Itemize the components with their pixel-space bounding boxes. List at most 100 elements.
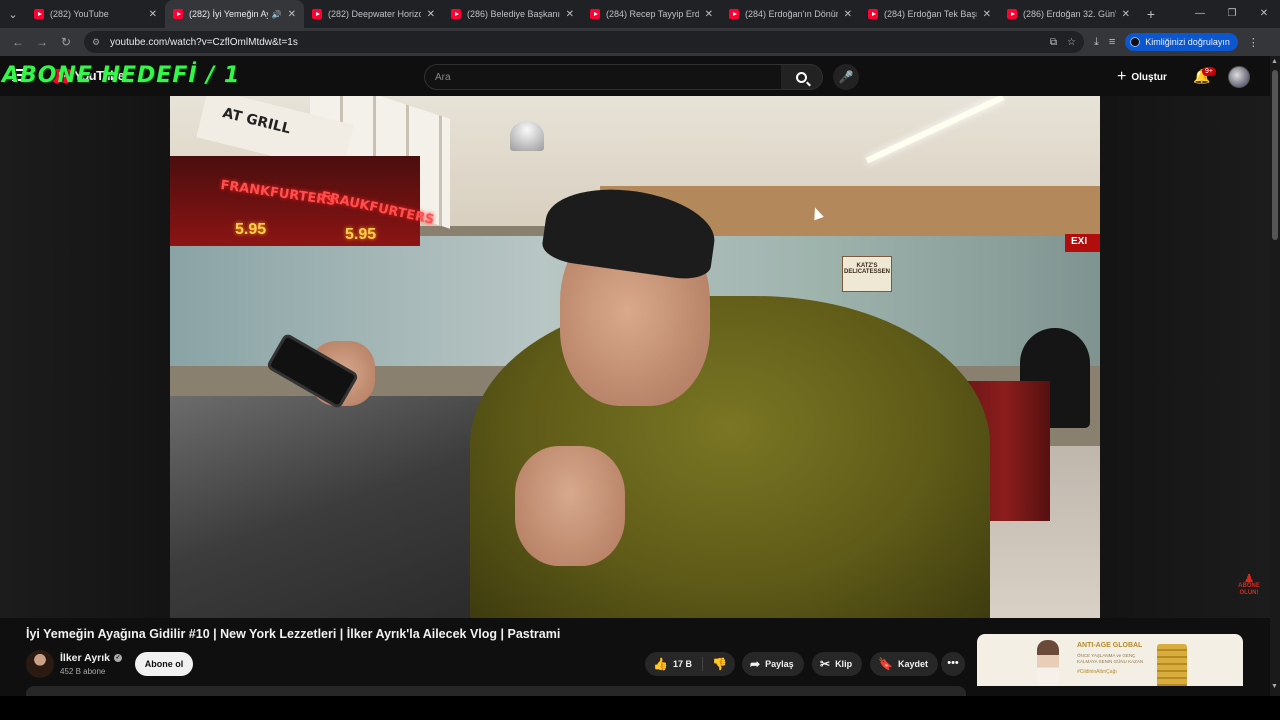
url-field[interactable]: ⚙ youtube.com/watch?v=CzflOmlMtdw&t=1s ⧉… — [84, 31, 1084, 53]
scroll-up-arrow-icon[interactable]: ▲ — [1271, 58, 1278, 65]
tab-title: (282) Deepwater Horizon — [328, 9, 421, 19]
browser-tab-bar: ⌄ (282) YouTube ✕ (282) İyi Yemeğin Ay..… — [0, 0, 1280, 28]
tab-close-icon[interactable]: ✕ — [566, 9, 574, 20]
reload-icon[interactable]: ↻ — [54, 35, 78, 49]
bottom-bar — [0, 696, 1280, 720]
ad-gold-coins-image — [1157, 644, 1187, 688]
youtube-favicon-icon — [590, 9, 600, 19]
tab-close-icon[interactable]: ✕ — [1122, 9, 1130, 20]
tab-close-icon[interactable]: ✕ — [844, 9, 852, 20]
search-button[interactable] — [781, 64, 823, 90]
browser-tab[interactable]: (282) YouTube ✕ — [26, 0, 165, 28]
search-icon — [796, 71, 807, 83]
thumbs-up-icon: 👍 — [653, 657, 668, 671]
subscriber-goal-overlay: ABONE HEDEFİ / 1 — [2, 63, 241, 88]
reading-list-icon[interactable]: ≡ — [1109, 36, 1115, 48]
bell-watermark-icon: ♟ — [1244, 573, 1254, 585]
subscriber-count: 452 B abone — [60, 667, 106, 676]
browser-tab[interactable]: (282) Deepwater Horizon ✕ — [304, 0, 443, 28]
youtube-favicon-icon — [868, 9, 878, 19]
notification-badge: 9+ — [1202, 67, 1216, 76]
ad-footer — [977, 686, 1243, 696]
back-arrow-icon[interactable]: ← — [6, 35, 30, 49]
browser-tab-active[interactable]: (282) İyi Yemeğin Ay... 🔊 ✕ — [165, 0, 304, 28]
save-label: Kaydet — [897, 659, 928, 669]
ad-subtitle: ÖNCE YAŞLANMA ve GENÇ KALMAYA SENIN GÜNU… — [1077, 653, 1144, 664]
video-player[interactable]: AT GRILL FRANKFURTERS FRAUKFURTERS 5.95 … — [170, 96, 1100, 618]
subscribe-button[interactable]: Abone ol — [135, 652, 193, 676]
more-actions-button[interactable]: ••• — [941, 652, 965, 676]
scrollbar-thumb[interactable] — [1272, 70, 1278, 240]
thumbs-down-icon: 👎 — [711, 657, 727, 671]
channel-avatar[interactable] — [26, 650, 54, 678]
dislike-button[interactable]: 👎 — [703, 657, 727, 671]
subscribe-watermark[interactable]: ♟ ABONE OLUN! — [1232, 573, 1266, 597]
clip-label: Klip — [835, 659, 853, 669]
close-window-icon[interactable]: ✕ — [1248, 0, 1280, 28]
youtube-favicon-icon — [34, 9, 44, 19]
scissors-icon: ✂ — [820, 657, 831, 671]
tab-search-button[interactable]: ⌄ — [0, 0, 26, 28]
voice-search-button[interactable]: 🎤 — [833, 64, 859, 90]
video-scene-shop-sign: KATZ'S DELICATESSEN — [842, 256, 892, 292]
create-label: Oluştur — [1131, 71, 1167, 83]
tab-close-icon[interactable]: ✕ — [705, 9, 713, 20]
browser-tab[interactable]: (284) Erdoğan Tek Başına... ✕ — [860, 0, 999, 28]
ad-brand: ANTI-AGE GLOBAL — [1077, 642, 1143, 649]
video-title: İyi Yemeğin Ayağına Gidilir #10 | New Yo… — [26, 627, 561, 641]
channel-name-text: İlker Ayrık — [60, 652, 111, 664]
browser-tab[interactable]: (286) Belediye Başkanı Er... ✕ — [443, 0, 582, 28]
share-button[interactable]: ➦ Paylaş — [742, 652, 804, 676]
video-scene-price: 5.95 — [235, 221, 267, 238]
new-tab-button[interactable]: + — [1138, 6, 1164, 22]
browser-menu-icon[interactable]: ⋮ — [1248, 36, 1259, 49]
profile-icon — [1130, 37, 1141, 47]
install-app-icon[interactable]: ⧉ — [1050, 37, 1057, 48]
more-dots-icon: ••• — [947, 657, 959, 669]
ad-hashtag: #CildininAltınÇağı — [1077, 669, 1117, 675]
bookmark-star-icon[interactable]: ☆ — [1067, 37, 1076, 48]
tab-title: (284) Erdoğan'ın Dönüm... — [745, 9, 838, 19]
restore-icon[interactable]: ❐ — [1216, 0, 1248, 28]
page-scrollbar[interactable] — [1270, 56, 1280, 696]
like-button[interactable]: 👍 17 B — [645, 657, 703, 671]
search-input[interactable]: Ara — [424, 64, 782, 90]
browser-tab[interactable]: (284) Erdoğan'ın Dönüm... ✕ — [721, 0, 860, 28]
browser-tab[interactable]: (286) Erdoğan 32. Gün'de... ✕ — [999, 0, 1138, 28]
bookmark-icon: 🔖 — [878, 657, 893, 671]
tab-title: (286) Erdoğan 32. Gün'de... — [1023, 9, 1116, 19]
clip-button[interactable]: ✂ Klip — [812, 652, 863, 676]
scroll-down-arrow-icon[interactable]: ▼ — [1271, 683, 1278, 690]
account-avatar[interactable] — [1228, 66, 1250, 88]
youtube-favicon-icon — [729, 9, 739, 19]
tab-title: (286) Belediye Başkanı Er... — [467, 9, 560, 19]
video-scene-exit-sign: EXI — [1065, 234, 1100, 252]
verify-identity-button[interactable]: Kimliğinizi doğrulayın — [1125, 33, 1238, 51]
channel-name[interactable]: İlker Ayrık ✓ — [60, 652, 123, 664]
tab-close-icon[interactable]: ✕ — [983, 9, 991, 20]
like-dislike-group: 👍 17 B 👎 — [645, 652, 735, 676]
speaker-icon[interactable]: 🔊 — [272, 10, 282, 19]
minimize-icon[interactable]: — — [1184, 0, 1216, 28]
tab-close-icon[interactable]: ✕ — [149, 9, 157, 20]
youtube-favicon-icon — [1007, 9, 1017, 19]
tab-close-icon[interactable]: ✕ — [427, 9, 435, 20]
watermark-text: ABONE OLUN! — [1238, 583, 1260, 596]
browser-tab[interactable]: (284) Recep Tayyip Erdoğ... ✕ — [582, 0, 721, 28]
create-button[interactable]: + Oluştur — [1117, 66, 1167, 88]
download-icon[interactable]: ⤓ — [1094, 36, 1099, 49]
tab-title: (284) Recep Tayyip Erdoğ... — [606, 9, 699, 19]
video-scene-price: 5.95 — [345, 226, 377, 243]
description-box[interactable] — [26, 686, 966, 696]
share-label: Paylaş — [765, 659, 794, 669]
microphone-icon: 🎤 — [838, 70, 854, 84]
search-placeholder: Ara — [435, 71, 451, 83]
site-info-icon[interactable]: ⚙ — [92, 37, 104, 48]
tab-close-icon[interactable]: ✕ — [288, 9, 296, 20]
verify-label: Kimliğinizi doğrulayın — [1145, 37, 1230, 47]
browser-address-bar: ← → ↻ ⚙ youtube.com/watch?v=CzflOmlMtdw&… — [0, 28, 1280, 56]
toolbar-right: ⤓ ≡ Kimliğinizi doğrulayın ⋮ — [1094, 33, 1259, 51]
forward-arrow-icon[interactable]: → — [30, 35, 54, 49]
save-button[interactable]: 🔖 Kaydet — [870, 652, 938, 676]
share-arrow-icon: ➦ — [750, 657, 761, 671]
